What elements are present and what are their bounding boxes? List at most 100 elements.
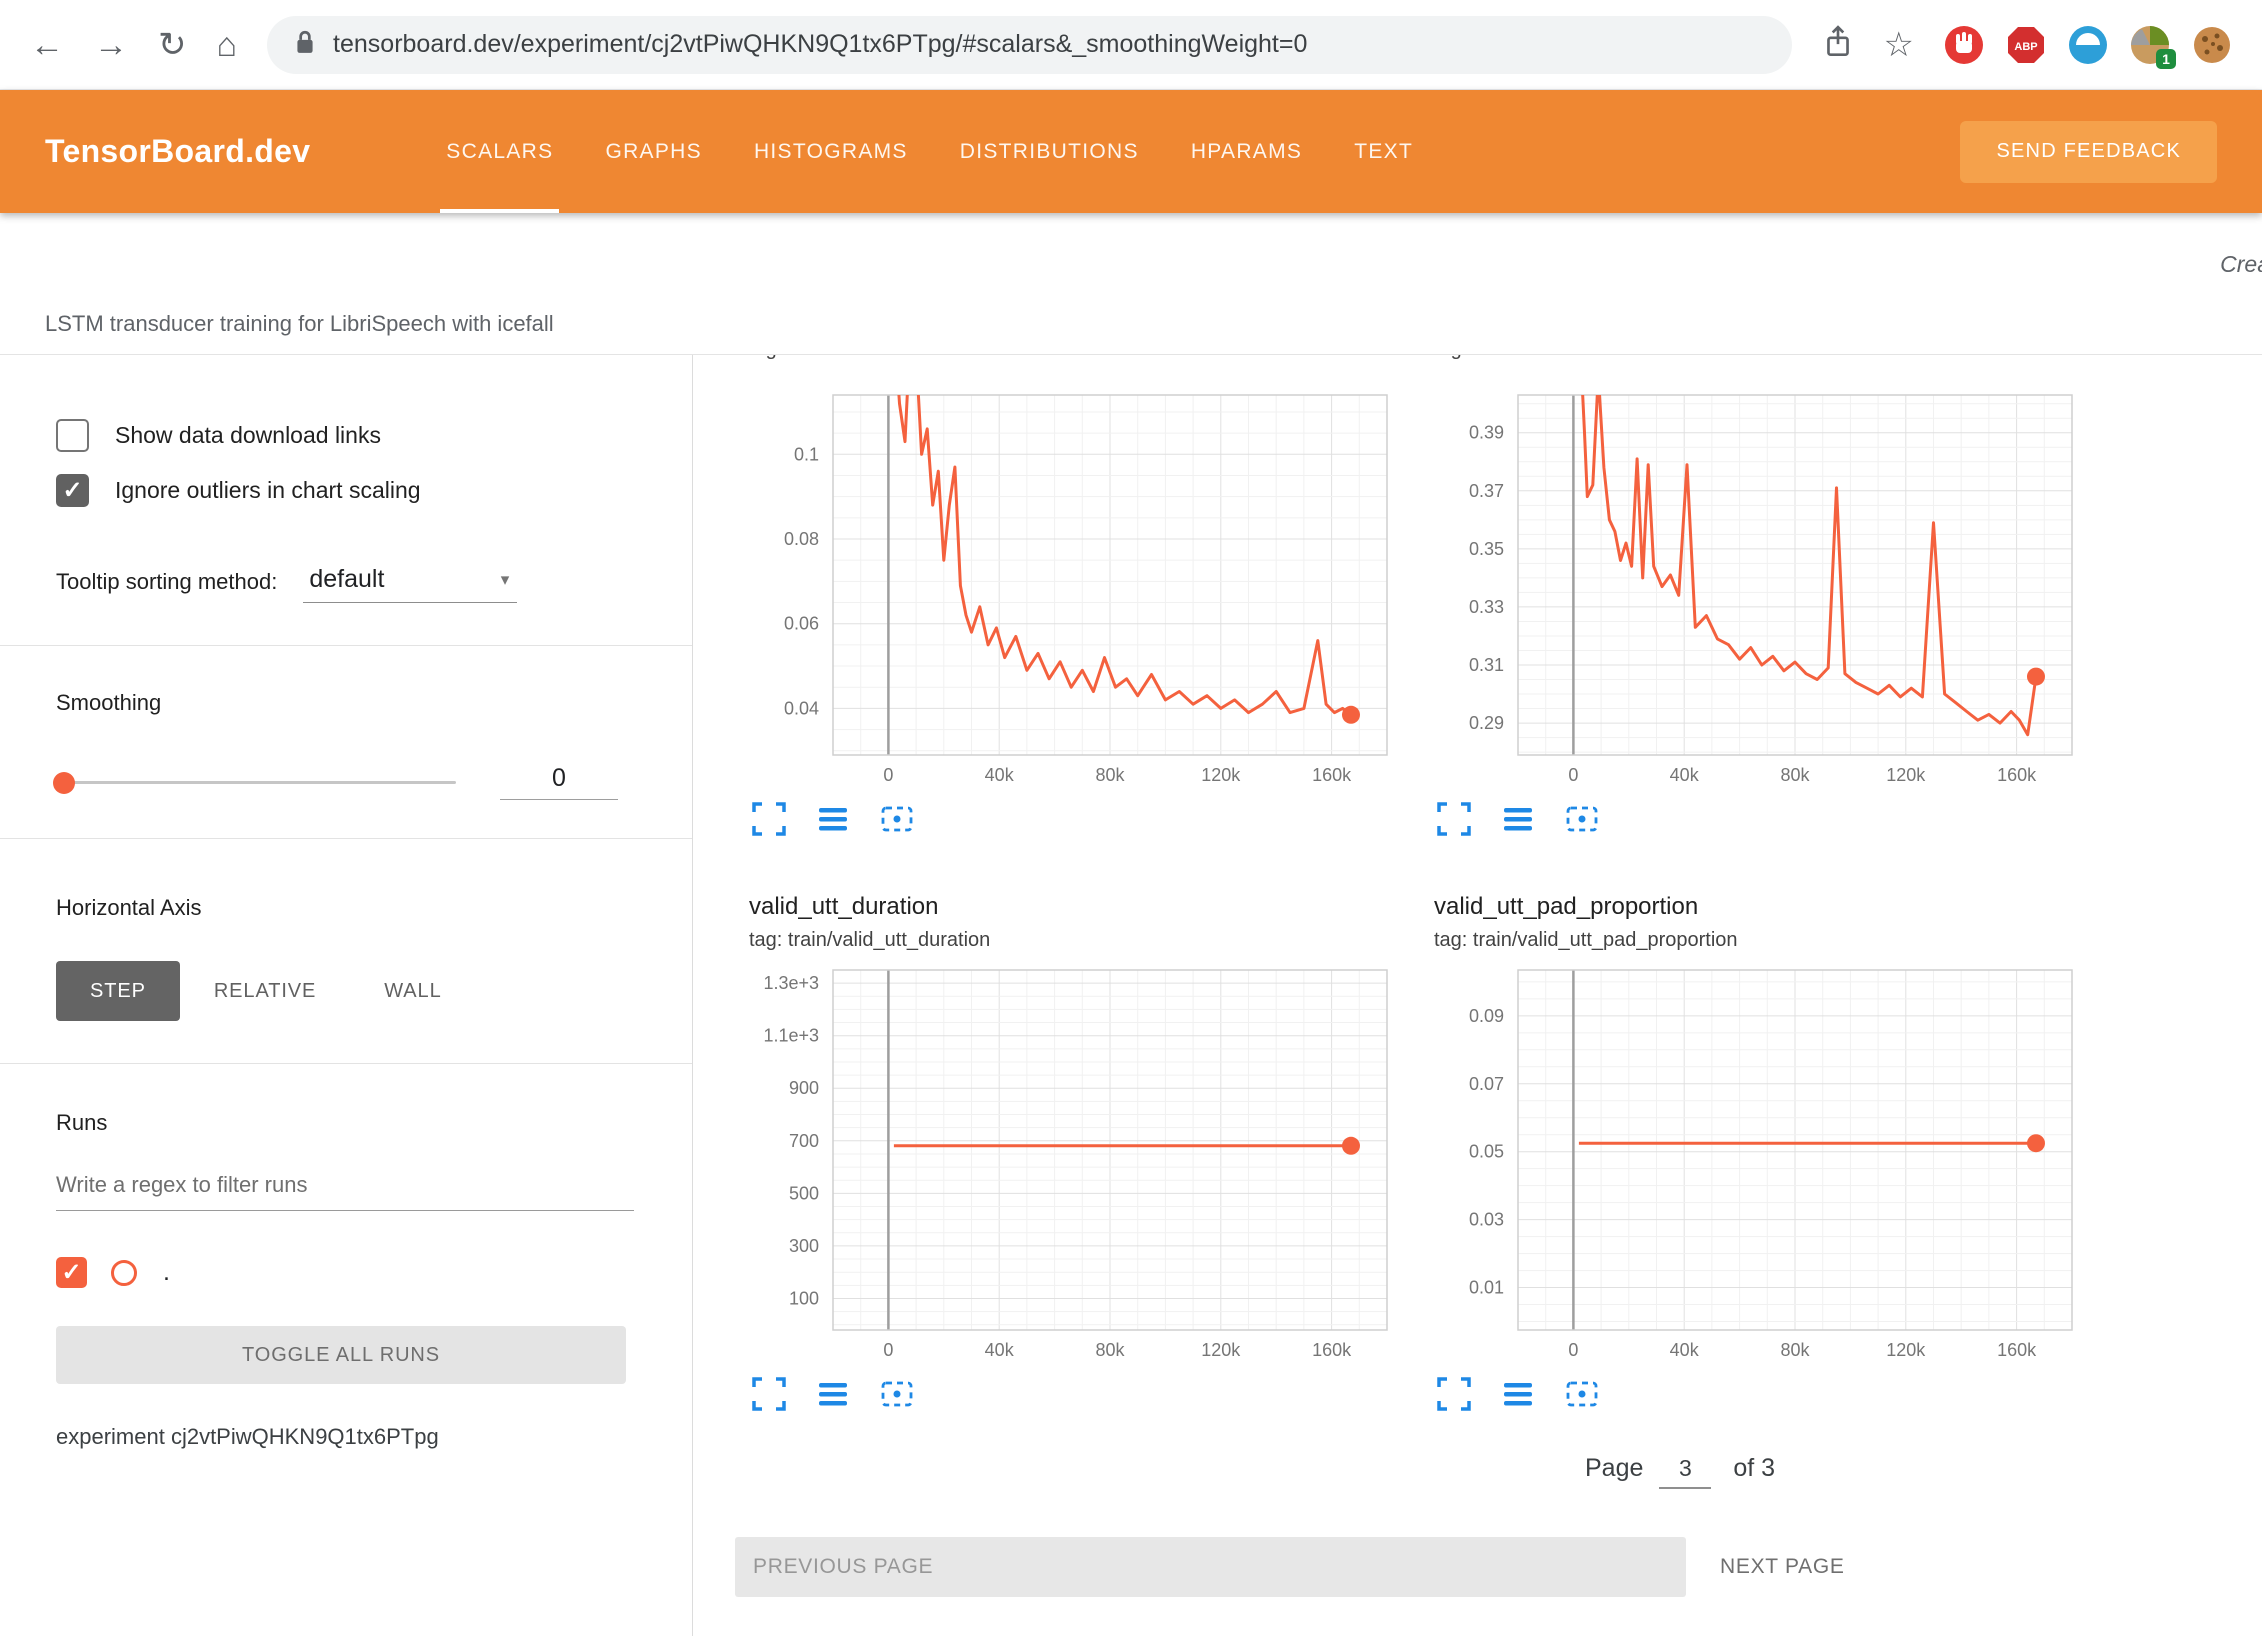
svg-text:40k: 40k: [1670, 1340, 1700, 1360]
tab-distributions[interactable]: DISTRIBUTIONS: [934, 90, 1165, 213]
scalar-chart-plot[interactable]: 0.010.030.050.070.09040k80k120k160k: [1420, 964, 2080, 1362]
next-page-button[interactable]: NEXT PAGE: [1720, 1555, 1845, 1579]
tooltip-sorting-select[interactable]: default ▾: [303, 563, 517, 603]
blue-extension-icon[interactable]: [2068, 25, 2108, 65]
chart-card-valid-utt-duration: valid_utt_duration tag: train/valid_utt_…: [735, 863, 1395, 1412]
svg-text:0.37: 0.37: [1469, 481, 1504, 501]
svg-text:ABP: ABP: [2014, 41, 2037, 53]
horizontal-axis-label: Horizontal Axis: [56, 895, 636, 921]
back-icon[interactable]: ←: [30, 28, 64, 62]
created-text-clipped: Crea: [2220, 251, 2262, 278]
expand-chart-icon[interactable]: [1436, 1376, 1472, 1412]
cookie-extension-icon[interactable]: [2192, 25, 2232, 65]
home-icon[interactable]: ⌂: [217, 28, 238, 62]
svg-text:0: 0: [883, 1340, 893, 1360]
tooltip-sorting-label: Tooltip sorting method:: [56, 569, 277, 603]
runs-label: Runs: [56, 1110, 636, 1136]
svg-text:160k: 160k: [1997, 765, 2037, 785]
smoothing-value-input[interactable]: [500, 764, 618, 800]
smoothing-slider-thumb[interactable]: [53, 772, 75, 794]
sidebar-divider: [0, 1063, 692, 1064]
tab-histograms[interactable]: HISTOGRAMS: [728, 90, 934, 213]
adblock-extension-icon[interactable]: [1944, 25, 1984, 65]
profile-avatar-icon[interactable]: 1: [2130, 25, 2170, 65]
svg-text:160k: 160k: [1312, 1340, 1352, 1360]
address-bar[interactable]: tensorboard.dev/experiment/cj2vtPiwQHKN9…: [267, 16, 1791, 74]
fit-domain-icon[interactable]: [1564, 801, 1600, 837]
horizontal-axis-buttons: STEP RELATIVE WALL: [56, 961, 636, 1021]
tab-hparams[interactable]: HPARAMS: [1165, 90, 1328, 213]
svg-text:0.06: 0.06: [784, 614, 819, 634]
expand-chart-icon[interactable]: [1436, 801, 1472, 837]
tab-text[interactable]: TEXT: [1328, 90, 1439, 213]
page-number-input[interactable]: [1659, 1455, 1711, 1489]
svg-text:0.35: 0.35: [1469, 539, 1504, 559]
show-download-links-checkbox[interactable]: [56, 419, 89, 452]
page-of-label: of 3: [1733, 1454, 1775, 1483]
svg-text:1.1e+3: 1.1e+3: [763, 1026, 819, 1046]
expand-chart-icon[interactable]: [751, 1376, 787, 1412]
svg-text:120k: 120k: [1886, 765, 1926, 785]
ignore-outliers-checkbox[interactable]: ✓: [56, 474, 89, 507]
toggle-all-runs-button[interactable]: TOGGLE ALL RUNS: [56, 1326, 626, 1384]
svg-text:80k: 80k: [1095, 1340, 1125, 1360]
svg-text:0.08: 0.08: [784, 529, 819, 549]
run-name: .: [163, 1258, 170, 1287]
axis-relative-button[interactable]: RELATIVE: [180, 961, 350, 1021]
smoothing-slider[interactable]: [56, 781, 456, 784]
fit-domain-icon[interactable]: [879, 801, 915, 837]
content-area: Show data download links ✓ Ignore outlie…: [0, 354, 2262, 1636]
bookmark-star-icon[interactable]: ☆: [1884, 28, 1914, 62]
tooltip-sorting-row: Tooltip sorting method: default ▾: [56, 563, 636, 603]
svg-text:0.09: 0.09: [1469, 1006, 1504, 1026]
abp-extension-icon[interactable]: ABP: [2006, 25, 2046, 65]
chart-actions: [751, 1376, 1395, 1412]
svg-text:1.3e+3: 1.3e+3: [763, 973, 819, 993]
run-list-item: ✓ .: [56, 1257, 636, 1288]
svg-text:40k: 40k: [985, 1340, 1015, 1360]
previous-page-button[interactable]: PREVIOUS PAGE: [735, 1537, 1686, 1597]
chart-actions: [1436, 1376, 2080, 1412]
extensions-area: ABP 1: [1944, 25, 2232, 65]
fit-domain-icon[interactable]: [1564, 1376, 1600, 1412]
browser-toolbar: ← → ↻ ⌂ tensorboard.dev/experiment/cj2vt…: [0, 0, 2262, 90]
clipped-chart-tag: tag: train/…: [1420, 355, 2080, 377]
tab-graphs[interactable]: GRAPHS: [579, 90, 728, 213]
svg-text:0.03: 0.03: [1469, 1210, 1504, 1230]
expand-chart-icon[interactable]: [751, 801, 787, 837]
chart-card-clipped-right: tag: train/… 0.290.310.330.350.370.39040…: [1420, 355, 2080, 837]
runs-filter-input[interactable]: [56, 1172, 634, 1211]
app-logo: TensorBoard.dev: [45, 133, 310, 170]
scalar-chart-plot[interactable]: 1003005007009001.1e+31.3e+3040k80k120k16…: [735, 964, 1395, 1362]
run-color-circle[interactable]: [111, 1260, 137, 1286]
smoothing-label: Smoothing: [56, 690, 636, 716]
run-checkbox[interactable]: ✓: [56, 1257, 87, 1288]
show-download-links-row: Show data download links: [56, 419, 636, 452]
svg-text:0: 0: [1568, 1340, 1578, 1360]
log-scale-icon[interactable]: [1500, 801, 1536, 837]
log-scale-icon[interactable]: [815, 801, 851, 837]
send-feedback-button[interactable]: SEND FEEDBACK: [1960, 121, 2217, 183]
svg-text:0.07: 0.07: [1469, 1074, 1504, 1094]
axis-step-button[interactable]: STEP: [56, 961, 180, 1021]
log-scale-icon[interactable]: [1500, 1376, 1536, 1412]
tensorboard-page: ← → ↻ ⌂ tensorboard.dev/experiment/cj2vt…: [0, 0, 2262, 1636]
show-download-links-label: Show data download links: [115, 422, 381, 449]
share-icon[interactable]: [1822, 24, 1854, 65]
url-text: tensorboard.dev/experiment/cj2vtPiwQHKN9…: [333, 30, 1307, 59]
scalar-chart-plot[interactable]: 0.290.310.330.350.370.39040k80k120k160k: [1420, 389, 2080, 787]
svg-text:0.1: 0.1: [794, 444, 819, 464]
svg-text:120k: 120k: [1886, 1340, 1926, 1360]
forward-icon[interactable]: →: [94, 28, 128, 62]
lock-icon: [295, 29, 315, 60]
fit-domain-icon[interactable]: [879, 1376, 915, 1412]
tab-scalars[interactable]: SCALARS: [420, 90, 579, 213]
chevron-down-icon: ▾: [501, 570, 510, 590]
svg-text:80k: 80k: [1780, 765, 1810, 785]
log-scale-icon[interactable]: [815, 1376, 851, 1412]
main-nav: SCALARS GRAPHS HISTOGRAMS DISTRIBUTIONS …: [420, 90, 1439, 213]
svg-text:900: 900: [789, 1078, 819, 1098]
axis-wall-button[interactable]: WALL: [350, 961, 475, 1021]
reload-icon[interactable]: ↻: [158, 28, 187, 62]
scalar-chart-plot[interactable]: 0.040.060.080.1040k80k120k160k: [735, 389, 1395, 787]
